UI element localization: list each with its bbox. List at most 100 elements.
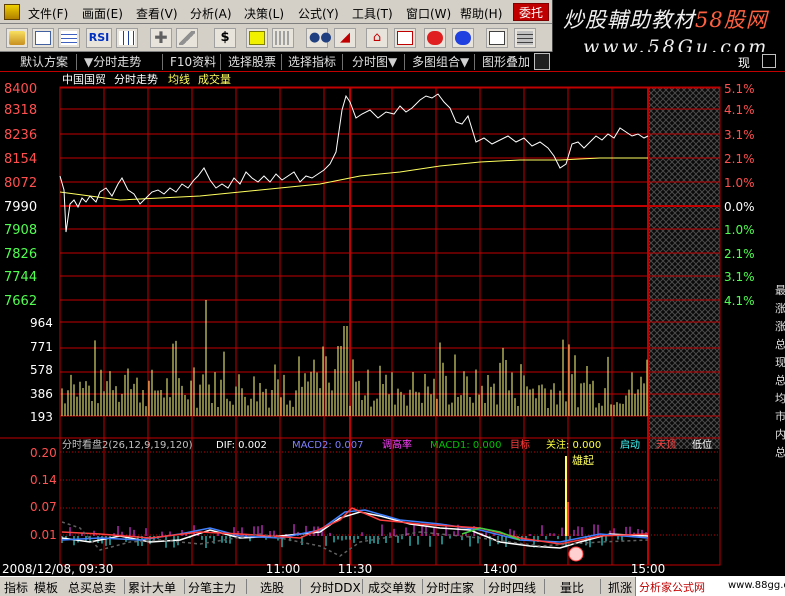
time-axis-label: 14:00 bbox=[483, 562, 518, 576]
columns-icon[interactable] bbox=[272, 28, 294, 48]
price-axis-label: 7662 bbox=[4, 294, 37, 309]
report-icon[interactable] bbox=[486, 28, 508, 48]
low-label: 低位 bbox=[692, 438, 712, 451]
ruler-icon[interactable] bbox=[176, 28, 198, 48]
tab-intraday[interactable]: ▼分时走势 bbox=[84, 54, 141, 70]
pct-axis-label: 4.1% bbox=[724, 294, 755, 308]
attention-value: 关注: 0.000 bbox=[546, 438, 601, 451]
menu-window[interactable]: 窗口(W) bbox=[406, 5, 451, 22]
volume-axis-label: 386 bbox=[30, 387, 53, 401]
status-tab-stock-pick[interactable]: 选股 bbox=[260, 579, 284, 596]
tab-overlay[interactable]: 图形叠加 bbox=[482, 54, 530, 70]
status-tab-ddx[interactable]: 分时DDX bbox=[310, 579, 361, 596]
calculator-icon[interactable] bbox=[514, 28, 536, 48]
dif-value: DIF: 0.002 bbox=[216, 440, 267, 451]
indicator-axis-label: 0.14 bbox=[30, 473, 57, 487]
toolbar: RSI ✚ $ ●● ◢ ⌂ bbox=[0, 24, 552, 52]
brand-title: 炒股輔助教材58股网 bbox=[563, 8, 768, 32]
indicator-name: 分时看盘2(26,12,9,19,120) bbox=[62, 438, 193, 451]
pct-axis-label: 2.1% bbox=[724, 247, 755, 261]
table-window-icon[interactable] bbox=[58, 28, 80, 48]
trust-button[interactable]: 委托 bbox=[513, 3, 549, 21]
menu-file[interactable]: 文件(F) bbox=[28, 5, 68, 22]
menu-tools[interactable]: 工具(T) bbox=[352, 5, 393, 22]
indicator-axis-label: 0.20 bbox=[30, 446, 57, 460]
pct-axis-label: 1.0% bbox=[724, 223, 755, 237]
volume-axis-label: 964 bbox=[30, 316, 53, 330]
pct-axis-label: 1.0% bbox=[724, 176, 755, 190]
right-side-labels: 最涨涨总现总均市内总 bbox=[775, 284, 785, 459]
start-label: 启动 bbox=[620, 438, 640, 451]
tab-default-scheme[interactable]: 默认方案 bbox=[20, 54, 68, 70]
indicator-axis-label: 0.01 bbox=[30, 528, 57, 542]
chart-canvas[interactable]: 8400 8318 8236 8154 8072 7990 7908 7826 7744 7662… bbox=[0, 72, 785, 576]
pct-axis-label: 3.1% bbox=[724, 128, 755, 142]
pill-blue-icon[interactable] bbox=[452, 28, 474, 48]
price-axis-label: 7908 bbox=[4, 223, 37, 238]
price-axis-label: 8154 bbox=[4, 152, 37, 167]
home-alert-icon[interactable]: ⌂ bbox=[366, 28, 388, 48]
time-axis-label: 2008/12/08, 09:30 bbox=[2, 562, 113, 576]
status-tab-catch-rise[interactable]: 抓涨 bbox=[608, 579, 632, 596]
plus-icon[interactable]: ✚ bbox=[150, 28, 172, 48]
status-tab-volume-ratio[interactable]: 量比 bbox=[560, 579, 584, 596]
status-tab-trade-count[interactable]: 成交单数 bbox=[368, 579, 416, 596]
lock-icon[interactable] bbox=[534, 53, 550, 70]
status-tab-indicator[interactable]: 指标 bbox=[4, 579, 28, 596]
tab-multi-chart[interactable]: 多图组合▼ bbox=[412, 54, 469, 70]
tab-intraday-chart[interactable]: 分时图▼ bbox=[352, 54, 397, 70]
status-bar: 指标 模板 总买总卖 累计大单 分笔主力 选股 分时DDX 成交单数 分时庄家 … bbox=[0, 576, 785, 596]
indicator-axis-label: 0.07 bbox=[30, 500, 57, 514]
time-axis-label: 11:00 bbox=[266, 562, 301, 576]
status-tab-total-buy-sell[interactable]: 总买总卖 bbox=[68, 579, 116, 596]
price-axis-label: 7744 bbox=[4, 270, 37, 285]
pct-axis-label: 0.0% bbox=[724, 200, 755, 214]
chart-window-icon[interactable] bbox=[32, 28, 54, 48]
menu-view[interactable]: 查看(V) bbox=[136, 5, 178, 22]
price-axis-label: 7990 bbox=[4, 200, 37, 215]
close-panel-icon[interactable] bbox=[762, 54, 776, 68]
smiley-icon bbox=[568, 546, 584, 562]
volume-axis-label: 193 bbox=[30, 410, 53, 424]
status-tab-main-force[interactable]: 分笔主力 bbox=[188, 579, 236, 596]
news-icon[interactable] bbox=[394, 28, 416, 48]
price-axis-label: 8400 bbox=[4, 82, 37, 97]
rise-annotation: 雄起 bbox=[572, 453, 594, 467]
tab-select-stock[interactable]: 选择股票 bbox=[228, 54, 276, 70]
tab-f10[interactable]: F10资料 bbox=[170, 54, 216, 70]
menu-analysis[interactable]: 分析(A) bbox=[190, 5, 232, 22]
pill-red-icon[interactable] bbox=[424, 28, 446, 48]
dollar-icon[interactable]: $ bbox=[214, 28, 236, 48]
rsi-icon[interactable]: RSI bbox=[86, 28, 112, 48]
intraday-chart[interactable]: 8400 8318 8236 8154 8072 7990 7908 7826 7744 7662… bbox=[0, 72, 785, 576]
pct-axis-label: 3.1% bbox=[724, 270, 755, 284]
target-label: 目标 bbox=[510, 439, 530, 451]
tab-select-indicator[interactable]: 选择指标 bbox=[288, 54, 336, 70]
menu-formula[interactable]: 公式(Y) bbox=[298, 5, 339, 22]
app-icon[interactable] bbox=[4, 4, 20, 20]
price-axis-label: 8318 bbox=[4, 103, 37, 118]
top-label: 天顶 bbox=[656, 439, 676, 451]
site-watermark: 分析家公式网 www.88gg.com bbox=[635, 577, 785, 596]
status-tab-template[interactable]: 模板 bbox=[34, 579, 58, 596]
grid-window-icon[interactable] bbox=[116, 28, 138, 48]
menu-decision[interactable]: 决策(L) bbox=[244, 5, 284, 22]
menu-help[interactable]: 帮助(H) bbox=[460, 5, 502, 22]
rating-icon[interactable] bbox=[246, 28, 268, 48]
price-axis-label: 7826 bbox=[4, 247, 37, 262]
status-tab-dealer[interactable]: 分时庄家 bbox=[426, 579, 474, 596]
status-tab-big-orders[interactable]: 累计大单 bbox=[128, 579, 176, 596]
status-tab-four-lines[interactable]: 分时四线 bbox=[488, 579, 536, 596]
chart-frame bbox=[59, 86, 721, 566]
menu-screen[interactable]: 画面(E) bbox=[82, 5, 123, 22]
volume-label: 成交量 bbox=[198, 72, 231, 86]
binoculars-icon[interactable]: ●● bbox=[306, 28, 332, 48]
future-hatch bbox=[648, 87, 720, 449]
avg-label: 均线 bbox=[168, 72, 190, 86]
pct-axis-label: 5.1% bbox=[724, 82, 755, 96]
tab-current[interactable]: 现 bbox=[738, 54, 750, 71]
macd2-value: MACD2: 0.007 bbox=[292, 440, 364, 451]
open-folder-icon[interactable] bbox=[6, 28, 28, 48]
broadcast-icon[interactable]: ◢ bbox=[334, 28, 356, 48]
warning-label: 调高率 bbox=[382, 438, 412, 451]
